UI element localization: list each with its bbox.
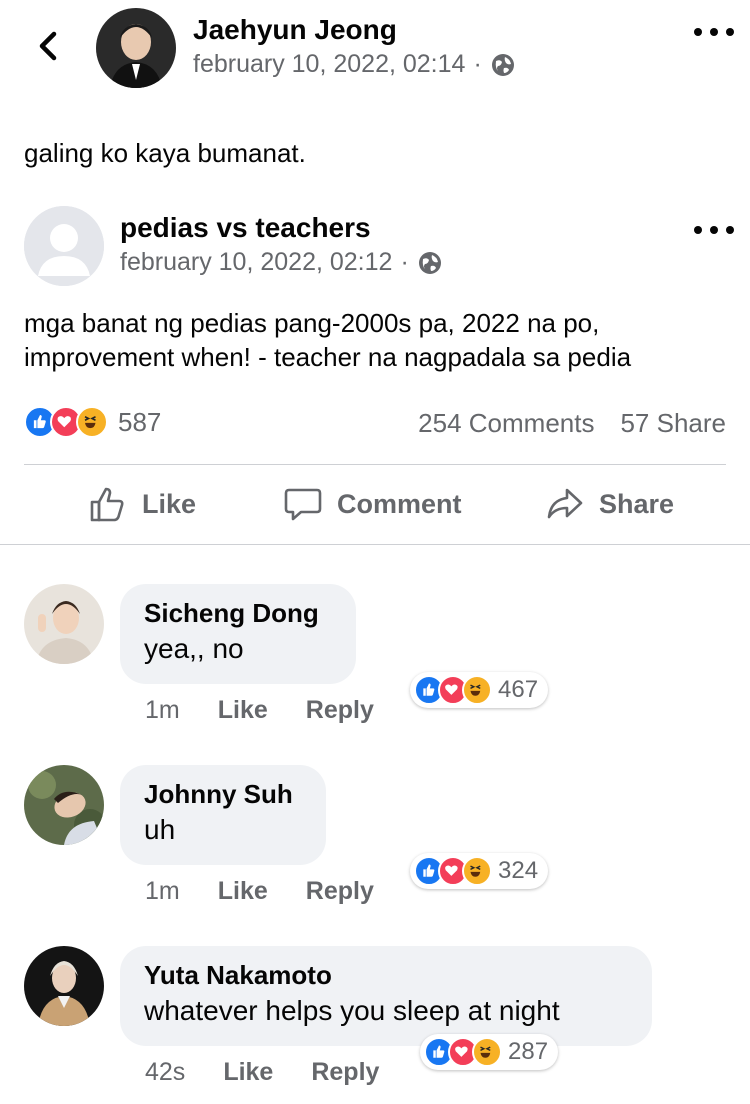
commenter-avatar[interactable] [24, 584, 104, 664]
post-body-text: galing ko kaya bumanat. [24, 138, 306, 168]
comments-count-link[interactable]: 254 Comments [418, 408, 594, 439]
author-name[interactable]: Jaehyun Jeong [193, 14, 397, 46]
reactions-summary[interactable]: 587 [24, 406, 161, 438]
share-label: Share [599, 488, 675, 519]
shared-post-more-options-button[interactable] [694, 220, 734, 240]
dot-icon [726, 226, 734, 234]
timestamp-text: february 10, 2022, 02:14 [193, 50, 466, 78]
comment-reactions[interactable]: 467 [410, 672, 549, 708]
commenter-name[interactable]: Yuta Nakamoto [144, 958, 628, 992]
shared-post-text-line: improvement when! - teacher na nagpadala… [24, 342, 632, 372]
share-arrow-icon [547, 488, 583, 519]
comment-bubble[interactable]: Johnny Suh uh [120, 765, 326, 865]
comment-reaction-count: 467 [498, 676, 539, 703]
dot-icon [710, 28, 718, 36]
shared-post-avatar[interactable] [24, 206, 104, 286]
comment-reaction-count: 287 [508, 1038, 549, 1065]
default-avatar-icon [24, 206, 104, 286]
commenter-name[interactable]: Johnny Suh [144, 777, 302, 811]
comment-reactions[interactable]: 324 [410, 853, 549, 889]
comment-time: 42s [145, 1058, 186, 1086]
comment-bubble[interactable]: Sicheng Dong yea,, no [120, 584, 356, 684]
comment-reactions[interactable]: 287 [420, 1034, 559, 1070]
meta-separator: · [400, 248, 409, 276]
reaction-count: 587 [118, 406, 162, 437]
comment-actions: 1m Like Reply [145, 877, 374, 906]
comment-text: yea,, no [144, 633, 244, 664]
divider [24, 464, 726, 465]
engagement-counts: 254 Comments 57 Share [418, 408, 726, 439]
shared-post-author[interactable]: pedias vs teachers [120, 212, 371, 244]
comment-bubble[interactable]: Yuta Nakamoto whatever helps you sleep a… [120, 946, 652, 1046]
post-timestamp: february 10, 2022, 02:14 · [193, 50, 516, 79]
shares-count-link[interactable]: 57 Share [620, 408, 726, 439]
comment-bubble-icon [284, 488, 322, 521]
author-avatar[interactable] [96, 8, 176, 88]
comment-text: uh [144, 814, 176, 845]
dot-icon [694, 28, 702, 36]
dot-icon [710, 226, 718, 234]
comment-text: whatever helps you sleep at night [144, 995, 560, 1026]
haha-reaction-icon [462, 675, 492, 705]
globe-icon [491, 53, 514, 76]
comment-like-button[interactable]: Like [218, 696, 268, 725]
back-button[interactable] [28, 26, 68, 66]
commenter-avatar[interactable] [24, 765, 104, 845]
post-more-options-button[interactable] [694, 22, 734, 42]
shared-post-body: mga banat ng pedias pang-2000s pa, 2022 … [24, 306, 631, 374]
comment-label: Comment [337, 488, 462, 519]
comment-reply-button[interactable]: Reply [306, 877, 374, 906]
reaction-icons [24, 406, 108, 438]
comment-reaction-count: 324 [498, 857, 539, 884]
meta-separator: · [473, 50, 482, 78]
dot-icon [726, 28, 734, 36]
comment-actions: 1m Like Reply [145, 696, 374, 725]
comment-reply-button[interactable]: Reply [311, 1058, 379, 1087]
comment-time: 1m [145, 877, 180, 905]
commenter-name[interactable]: Sicheng Dong [144, 596, 332, 630]
comment-time: 1m [145, 696, 180, 724]
chevron-left-icon [39, 31, 57, 61]
comment-actions: 42s Like Reply [145, 1058, 379, 1087]
haha-reaction-icon [462, 856, 492, 886]
haha-reaction-icon [472, 1037, 502, 1067]
globe-icon [418, 251, 441, 274]
comment-reply-button[interactable]: Reply [306, 696, 374, 725]
haha-reaction-icon [76, 406, 108, 438]
shared-timestamp-text: february 10, 2022, 02:12 [120, 248, 393, 276]
commenter-avatar[interactable] [24, 946, 104, 1026]
comment-like-button[interactable]: Like [223, 1058, 273, 1087]
shared-post-timestamp: february 10, 2022, 02:12 · [120, 248, 443, 277]
comment-button[interactable]: Comment [283, 480, 462, 528]
dot-icon [694, 226, 702, 234]
divider [0, 544, 750, 545]
thumbs-up-icon [90, 487, 124, 522]
shared-post-text-line: mga banat ng pedias pang-2000s pa, 2022 … [24, 308, 600, 338]
like-button[interactable]: Like [88, 480, 196, 528]
like-label: Like [142, 488, 197, 519]
share-button[interactable]: Share [545, 480, 674, 528]
comment-like-button[interactable]: Like [218, 877, 268, 906]
